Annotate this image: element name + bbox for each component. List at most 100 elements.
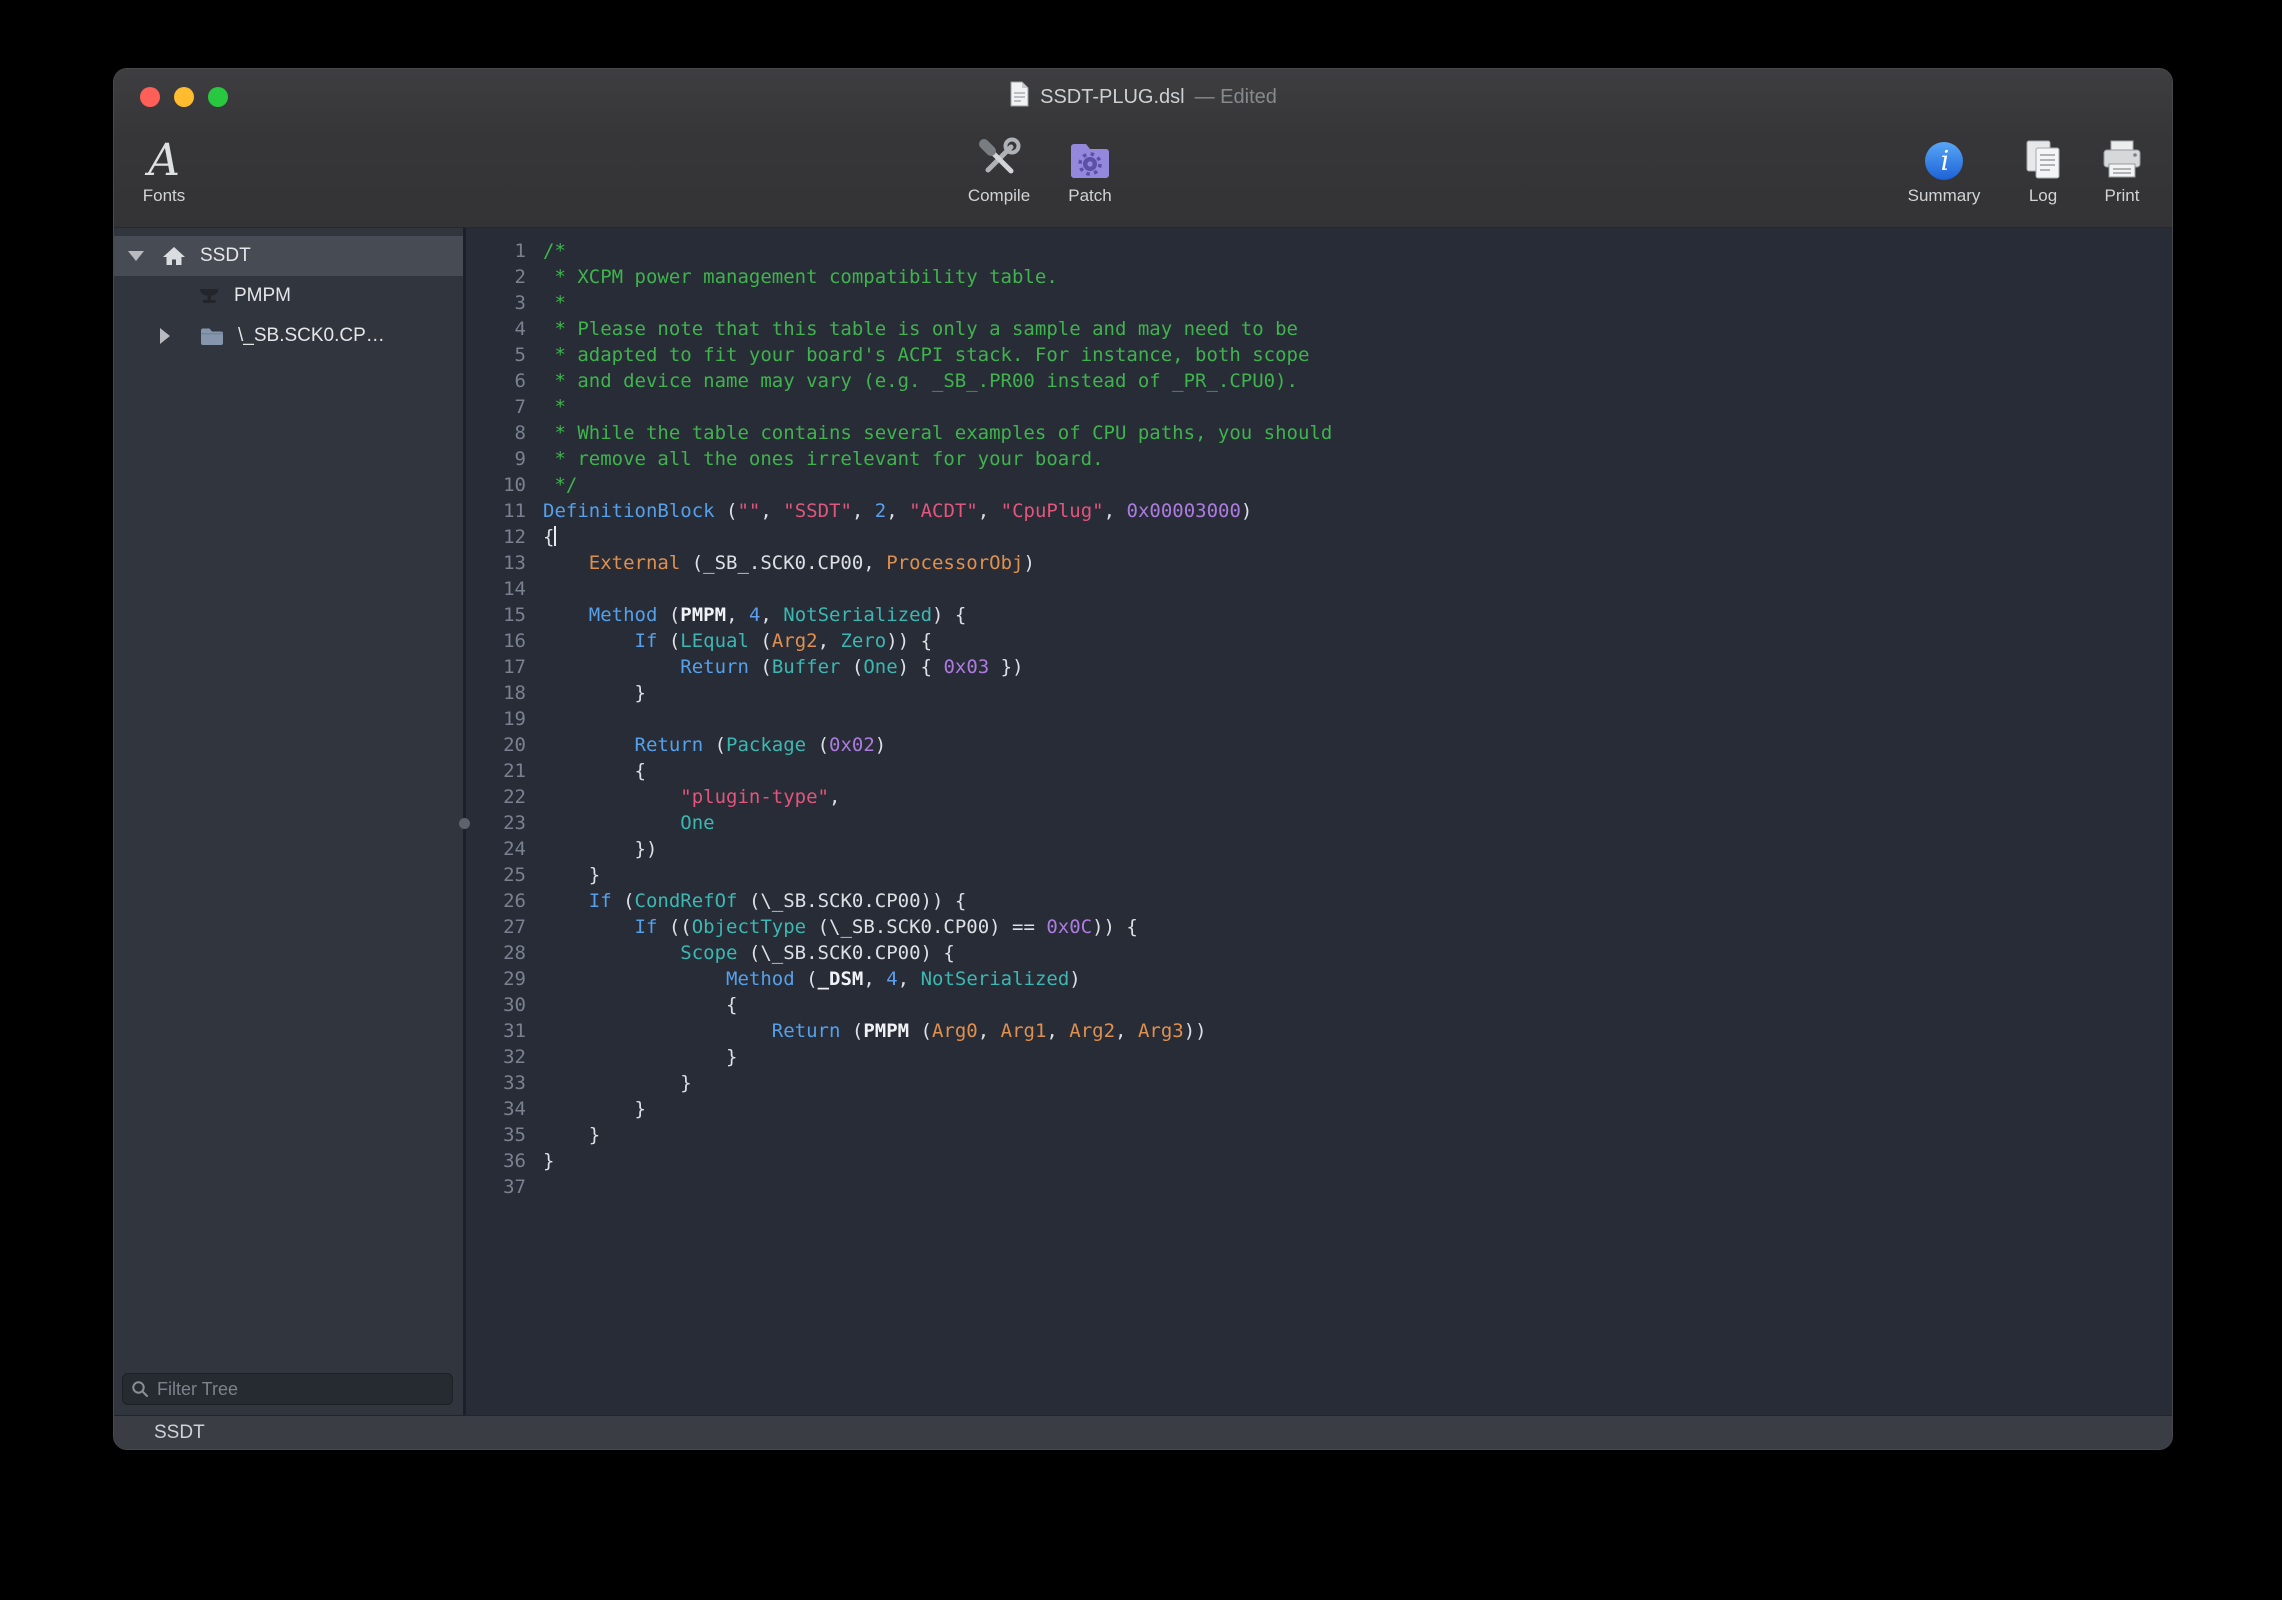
- code-line[interactable]: {: [543, 992, 2172, 1018]
- line-number: 27: [466, 914, 526, 940]
- print-button[interactable]: Print: [2072, 129, 2172, 206]
- method-icon: [198, 286, 220, 306]
- line-number: 26: [466, 888, 526, 914]
- code-line[interactable]: Return (Package (0x02): [543, 732, 2172, 758]
- filter-tree-input[interactable]: [155, 1378, 444, 1401]
- code-line[interactable]: }: [543, 1044, 2172, 1070]
- code-line[interactable]: Return (Buffer (One) { 0x03 }): [543, 654, 2172, 680]
- folder-icon: [200, 327, 224, 346]
- patch-label: Patch: [1068, 186, 1111, 206]
- sidebar-item-label: SSDT: [200, 245, 251, 267]
- line-number: 8: [466, 420, 526, 446]
- code-line[interactable]: * and device name may vary (e.g. _SB_.PR…: [543, 368, 2172, 394]
- line-number: 4: [466, 316, 526, 342]
- code-line[interactable]: DefinitionBlock ("", "SSDT", 2, "ACDT", …: [543, 498, 2172, 524]
- log-label: Log: [2029, 186, 2057, 206]
- line-numbers: 1234567891011121314151617181920212223242…: [466, 228, 526, 1415]
- patch-button[interactable]: Patch: [1040, 129, 1140, 206]
- window-title: SSDT-PLUG.dsl — Edited: [1009, 81, 1277, 113]
- code-line[interactable]: }: [543, 1096, 2172, 1122]
- code-line[interactable]: Scope (\_SB.SCK0.CP00) {: [543, 940, 2172, 966]
- line-number: 22: [466, 784, 526, 810]
- disclosure-right-icon[interactable]: [160, 328, 170, 344]
- line-number: 24: [466, 836, 526, 862]
- line-number: 15: [466, 602, 526, 628]
- line-number: 29: [466, 966, 526, 992]
- close-button[interactable]: [140, 87, 160, 107]
- code-line[interactable]: * While the table contains several examp…: [543, 420, 2172, 446]
- status-path: SSDT: [154, 1422, 205, 1444]
- line-number: 33: [466, 1070, 526, 1096]
- code-line[interactable]: * adapted to fit your board's ACPI stack…: [543, 342, 2172, 368]
- line-number: 10: [466, 472, 526, 498]
- navigator-sidebar: SSDT PMPM \_SB.SCK0.CP…: [114, 228, 466, 1415]
- code-line[interactable]: {: [543, 758, 2172, 784]
- filter-tree-field[interactable]: [122, 1373, 453, 1405]
- code-line[interactable]: External (_SB_.SCK0.CP00, ProcessorObj): [543, 550, 2172, 576]
- code-line[interactable]: [543, 1174, 2172, 1200]
- code-line[interactable]: Method (_DSM, 4, NotSerialized): [543, 966, 2172, 992]
- print-label: Print: [2105, 186, 2140, 206]
- code-line[interactable]: * remove all the ones irrelevant for you…: [543, 446, 2172, 472]
- splitter-handle[interactable]: [459, 818, 470, 829]
- code-lines[interactable]: /* * XCPM power management compatibility…: [526, 228, 2172, 1415]
- line-number: 20: [466, 732, 526, 758]
- line-number: 23: [466, 810, 526, 836]
- code-line[interactable]: [543, 576, 2172, 602]
- line-number: 3: [466, 290, 526, 316]
- code-line[interactable]: }: [543, 1122, 2172, 1148]
- code-line[interactable]: * XCPM power management compatibility ta…: [543, 264, 2172, 290]
- line-number: 7: [466, 394, 526, 420]
- code-line[interactable]: Return (PMPM (Arg0, Arg1, Arg2, Arg3)): [543, 1018, 2172, 1044]
- minimize-button[interactable]: [174, 87, 194, 107]
- line-number: 34: [466, 1096, 526, 1122]
- code-line[interactable]: /*: [543, 238, 2172, 264]
- line-number: 14: [466, 576, 526, 602]
- title-bar[interactable]: SSDT-PLUG.dsl — Edited: [114, 69, 2172, 125]
- code-line[interactable]: *: [543, 290, 2172, 316]
- code-line[interactable]: Method (PMPM, 4, NotSerialized) {: [543, 602, 2172, 628]
- zoom-button[interactable]: [208, 87, 228, 107]
- code-line[interactable]: *: [543, 394, 2172, 420]
- code-line[interactable]: {: [543, 524, 2172, 550]
- sidebar-item-sb-sck0[interactable]: \_SB.SCK0.CP…: [114, 316, 463, 356]
- code-editor[interactable]: 1234567891011121314151617181920212223242…: [466, 228, 2172, 1415]
- svg-text:i: i: [1941, 146, 1950, 177]
- code-line[interactable]: }: [543, 1148, 2172, 1174]
- line-number: 21: [466, 758, 526, 784]
- line-number: 6: [466, 368, 526, 394]
- sidebar-item-ssdt[interactable]: SSDT: [114, 236, 463, 276]
- code-line[interactable]: One: [543, 810, 2172, 836]
- compile-tools-icon: [975, 129, 1023, 183]
- line-number: 19: [466, 706, 526, 732]
- code-line[interactable]: If ((ObjectType (\_SB.SCK0.CP00) == 0x0C…: [543, 914, 2172, 940]
- code-line[interactable]: }: [543, 862, 2172, 888]
- fonts-button[interactable]: A Fonts: [114, 129, 214, 206]
- code-line[interactable]: If (CondRefOf (\_SB.SCK0.CP00)) {: [543, 888, 2172, 914]
- line-number: 37: [466, 1174, 526, 1200]
- title-edited-status: — Edited: [1195, 86, 1277, 109]
- code-line[interactable]: * Please note that this table is only a …: [543, 316, 2172, 342]
- compile-button[interactable]: Compile: [949, 129, 1049, 206]
- traffic-lights: [140, 69, 228, 125]
- main-content: SSDT PMPM \_SB.SCK0.CP…: [114, 228, 2172, 1415]
- info-icon: i: [1922, 129, 1966, 183]
- code-line[interactable]: If (LEqual (Arg2, Zero)) {: [543, 628, 2172, 654]
- code-line[interactable]: }: [543, 680, 2172, 706]
- code-line[interactable]: }: [543, 1070, 2172, 1096]
- sidebar-item-pmpm[interactable]: PMPM: [114, 276, 463, 316]
- line-number: 28: [466, 940, 526, 966]
- app-window: SSDT-PLUG.dsl — Edited A Fonts Compile: [113, 68, 2173, 1450]
- code-line[interactable]: }): [543, 836, 2172, 862]
- disclosure-down-icon[interactable]: [128, 251, 144, 261]
- code-line[interactable]: "plugin-type",: [543, 784, 2172, 810]
- summary-button[interactable]: i Summary: [1894, 129, 1994, 206]
- code-line[interactable]: [543, 706, 2172, 732]
- code-line[interactable]: */: [543, 472, 2172, 498]
- line-number: 31: [466, 1018, 526, 1044]
- text-cursor: [554, 526, 556, 546]
- line-number: 11: [466, 498, 526, 524]
- document-icon: [1009, 81, 1030, 113]
- summary-label: Summary: [1908, 186, 1981, 206]
- line-number: 17: [466, 654, 526, 680]
